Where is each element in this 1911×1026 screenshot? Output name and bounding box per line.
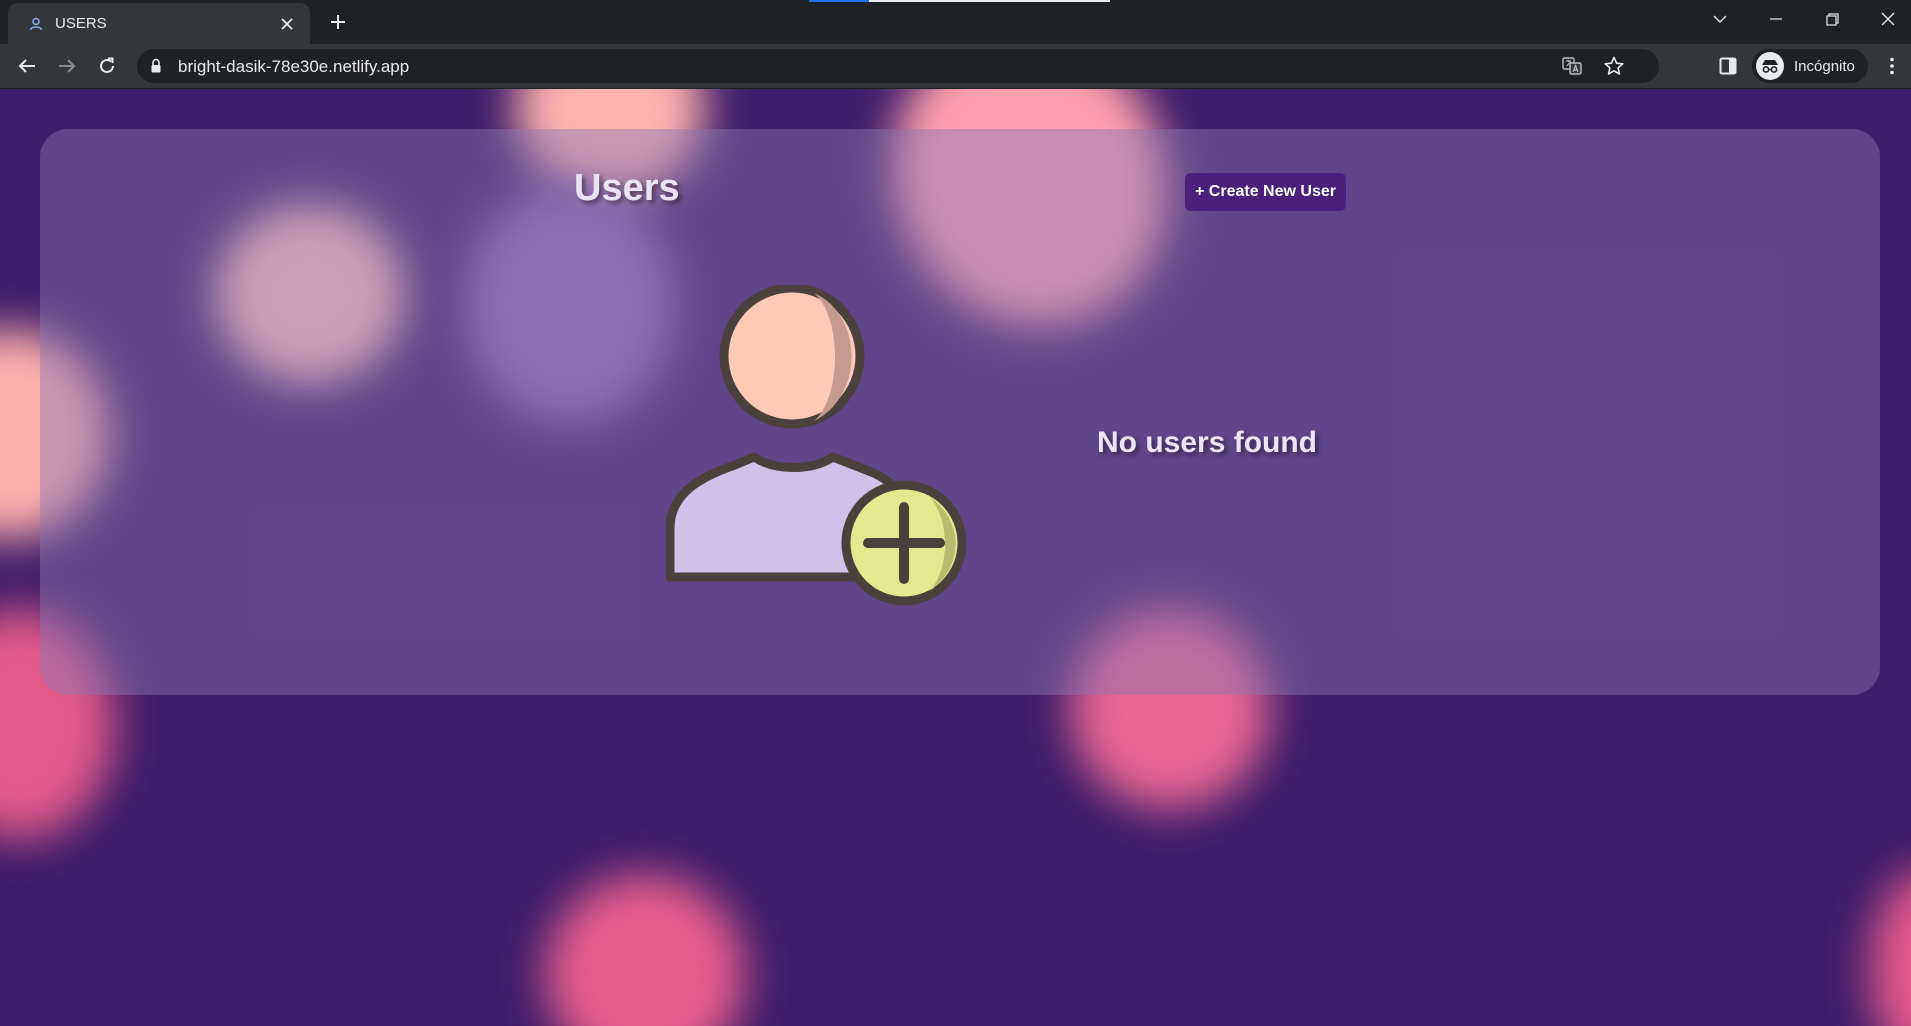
add-user-icon: [665, 285, 967, 606]
browser-titlebar: USERS: [0, 0, 1911, 44]
tab-search-chevron-icon[interactable]: [1692, 0, 1748, 38]
reload-icon[interactable]: [91, 50, 123, 82]
background-blob: [1870, 869, 1911, 1026]
user-icon: [27, 15, 45, 33]
create-new-user-button[interactable]: + Create New User: [1185, 173, 1346, 211]
url-text[interactable]: bright-dasik-78e30e.netlify.app: [178, 57, 409, 77]
translate-icon[interactable]: [1561, 55, 1583, 77]
back-arrow-icon[interactable]: [11, 50, 43, 82]
more-menu-icon[interactable]: [1880, 54, 1904, 78]
forward-arrow-icon[interactable]: [51, 50, 83, 82]
window-minimize-icon[interactable]: [1748, 0, 1804, 38]
address-bar[interactable]: bright-dasik-78e30e.netlify.app: [137, 49, 1659, 83]
window-close-icon[interactable]: [1860, 0, 1911, 38]
new-tab-button[interactable]: [322, 6, 354, 38]
page-title: Users: [574, 167, 680, 209]
browser-toolbar: bright-dasik-78e30e.netlify.app Incógnit…: [0, 44, 1911, 89]
browser-tab-active[interactable]: USERS: [8, 3, 310, 44]
incognito-profile-button[interactable]: Incógnito: [1752, 49, 1868, 83]
page-loading-bar: [809, 0, 1110, 2]
page-viewport: Users + Create New User No users found: [0, 89, 1911, 1026]
bookmark-star-icon[interactable]: [1603, 55, 1625, 77]
tab-title: USERS: [55, 15, 107, 32]
incognito-icon: [1756, 52, 1784, 80]
tab-close-icon[interactable]: [274, 11, 300, 37]
empty-state-message: No users found: [1097, 426, 1318, 459]
background-blob: [545, 874, 745, 1026]
lock-icon[interactable]: [149, 58, 165, 74]
side-panel-icon[interactable]: [1716, 54, 1740, 78]
incognito-label: Incógnito: [1794, 57, 1855, 75]
window-restore-icon[interactable]: [1804, 0, 1860, 38]
